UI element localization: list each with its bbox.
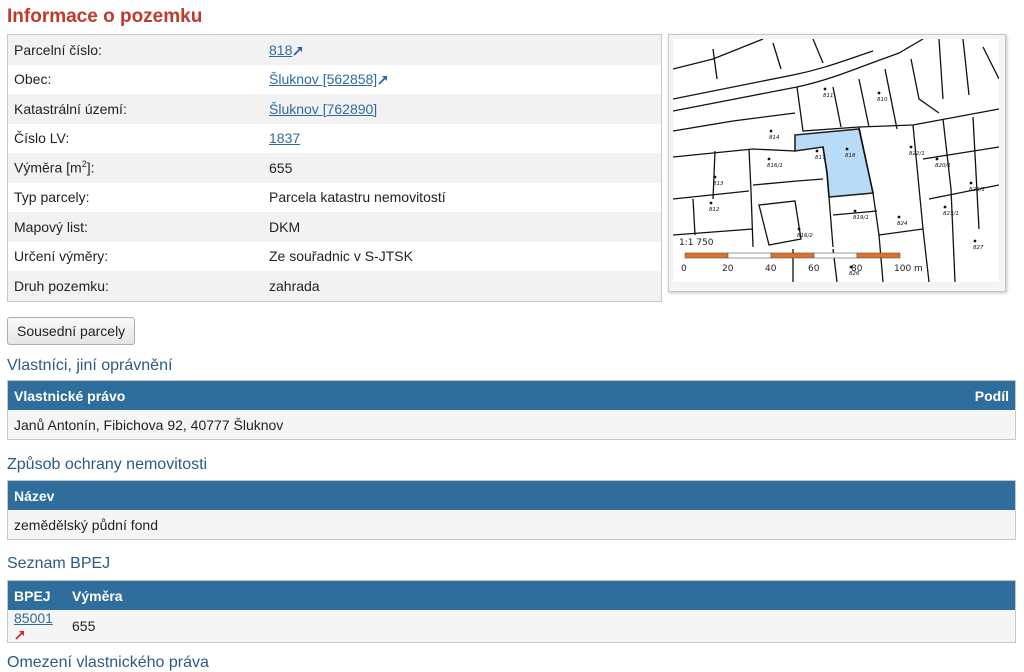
info-label: Typ parcely:: [14, 189, 90, 206]
info-row: Druh pozemku: zahrada: [7, 271, 662, 301]
info-value-link[interactable]: Šluknov [762890]: [269, 101, 377, 117]
info-value: zahrada: [263, 271, 662, 301]
parcel-point: [969, 181, 973, 185]
info-row: Číslo LV: 1837: [8, 124, 662, 154]
info-label: Výměra [m2]:: [7, 153, 263, 183]
parcel-point: [935, 157, 939, 161]
parcel-point: [797, 227, 801, 231]
owners-col-share: Podíl: [872, 380, 1016, 410]
parcel-label: 819/1: [853, 215, 869, 221]
bpej-col-area: Výměra: [66, 580, 1016, 610]
parcel-label: 813: [713, 181, 724, 187]
info-label: Určení výměry:: [14, 248, 109, 265]
parcel-label: 814: [769, 135, 780, 141]
parcel-label: 816/1: [767, 163, 783, 169]
info-row: Katastrální území: Šluknov [762890]: [7, 94, 662, 124]
parcel-point: [823, 87, 827, 91]
bpej-section-title: Seznam BPEJ: [7, 555, 111, 572]
owners-table: Vlastnické právo Podíl Janů Antonín, Fib…: [7, 380, 1016, 440]
info-row: Parcelní číslo: 818: [7, 34, 662, 65]
info-value: Ze souřadnic v S-JTSK: [269, 248, 413, 265]
neighbor-parcels-button[interactable]: Sousední parcely: [7, 317, 136, 345]
bpej-col-code: BPEJ: [7, 580, 66, 610]
scale-segment: [856, 252, 901, 259]
parcel-point: [767, 157, 771, 161]
parcel-label: 822/1: [909, 151, 925, 157]
parcel-info-table: Parcelní číslo: 818 Obec: Šluknov [562858] K…: [7, 34, 662, 302]
info-value-link[interactable]: Šluknov [562858]: [269, 71, 377, 87]
scale-tick-label: 80: [851, 264, 863, 274]
info-value: 655: [263, 153, 662, 183]
parcel-label: 823/1: [943, 211, 959, 217]
parcel-point: [943, 205, 947, 209]
table-row: Janů Antonín, Fibichova 92, 40777 Šlukno…: [7, 410, 1016, 440]
parcel-label: 824: [897, 221, 908, 227]
parcel-point: [909, 145, 913, 149]
page-title: Informace o pozemku: [7, 6, 203, 27]
protection-col-name: Název: [7, 480, 1016, 510]
parcel-point: [897, 215, 901, 219]
parcel-label: 818: [845, 153, 856, 159]
parcel-point: [709, 201, 713, 205]
info-value: Parcela katastru nemovitostí: [269, 189, 446, 206]
external-link-icon[interactable]: [378, 74, 389, 85]
scale-tick-label: 60: [808, 264, 820, 274]
info-row: Výměra [m2]: 655: [7, 153, 662, 183]
parcel-label: 811: [823, 93, 834, 99]
parcel-point: [845, 147, 849, 151]
parcel-point: [877, 91, 881, 95]
info-label: Obec:: [14, 71, 52, 88]
scale-segment: [770, 252, 815, 259]
cadastral-map[interactable]: 818 817 814 816/1 816/2 813 812 811 810 822/1 820/…: [673, 39, 999, 282]
bpej-code-link[interactable]: 85001: [14, 610, 53, 626]
scale-segment: [684, 252, 729, 259]
parcel-label: 810: [877, 97, 888, 103]
scale-tick-label: 40: [765, 264, 777, 274]
scale-tick-label: 20: [722, 264, 734, 274]
info-value: DKM: [263, 212, 662, 242]
owners-col-right: Vlastnické právo: [7, 380, 873, 410]
owner-share: [872, 410, 1016, 440]
scale-segment: [813, 252, 858, 259]
protection-table: Název zemědělský půdní fond: [7, 480, 1016, 540]
parcel-point: [713, 175, 717, 179]
info-row: Určení výměry: Ze souřadnic v S-JTSK: [8, 242, 662, 272]
protection-value: zemědělský půdní fond: [7, 510, 1016, 540]
info-label: Mapový list:: [7, 212, 263, 242]
scale-segment: [727, 252, 772, 259]
info-row: Typ parcely: Parcela katastru nemovitostí: [8, 183, 662, 213]
parcel-label: 825/1: [969, 187, 985, 193]
external-link-icon[interactable]: [293, 45, 304, 56]
table-row: 85001 655: [7, 610, 1016, 643]
external-link-icon: [15, 631, 24, 640]
parcel-label: 816/2: [797, 233, 813, 239]
info-label: Katastrální území:: [7, 94, 263, 124]
bpej-table: BPEJ Výměra 85001 655: [7, 580, 1016, 643]
map-scale-text: 1:1 750: [679, 238, 714, 248]
parcel-point: [973, 239, 977, 243]
info-value-link[interactable]: 1837: [269, 130, 300, 146]
owner-name: Janů Antonín, Fibichova 92, 40777 Šlukno…: [7, 410, 873, 440]
parcel-point: [769, 129, 773, 133]
parcel-map[interactable]: 818 817 814 816/1 816/2 813 812 811 810 822/1 820/…: [668, 34, 1006, 292]
info-row: Mapový list: DKM: [7, 212, 662, 242]
info-value-link[interactable]: 818: [269, 42, 292, 58]
info-label: Druh pozemku:: [7, 271, 263, 301]
info-label: Číslo LV:: [14, 130, 70, 147]
info-label: Parcelní číslo:: [7, 34, 263, 65]
bpej-area: 655: [66, 610, 1016, 643]
parcel-point: [853, 209, 857, 213]
scale-tick-label: 0: [681, 264, 687, 274]
table-row: zemědělský půdní fond: [7, 510, 1016, 540]
parcel-label: 812: [709, 207, 720, 213]
restrictions-section-title: Omezení vlastnického práva: [7, 654, 209, 671]
parcel-label: 827: [973, 245, 984, 251]
parcel-point: [815, 149, 819, 153]
info-row: Obec: Šluknov [562858]: [8, 65, 662, 95]
parcel-label: 820/1: [935, 163, 951, 169]
parcel-label: 817: [815, 155, 826, 161]
protection-section-title: Způsob ochrany nemovitosti: [7, 456, 208, 473]
scale-tick-label: 100 m: [894, 264, 923, 274]
owners-section-title: Vlastníci, jiní oprávnění: [7, 357, 173, 374]
